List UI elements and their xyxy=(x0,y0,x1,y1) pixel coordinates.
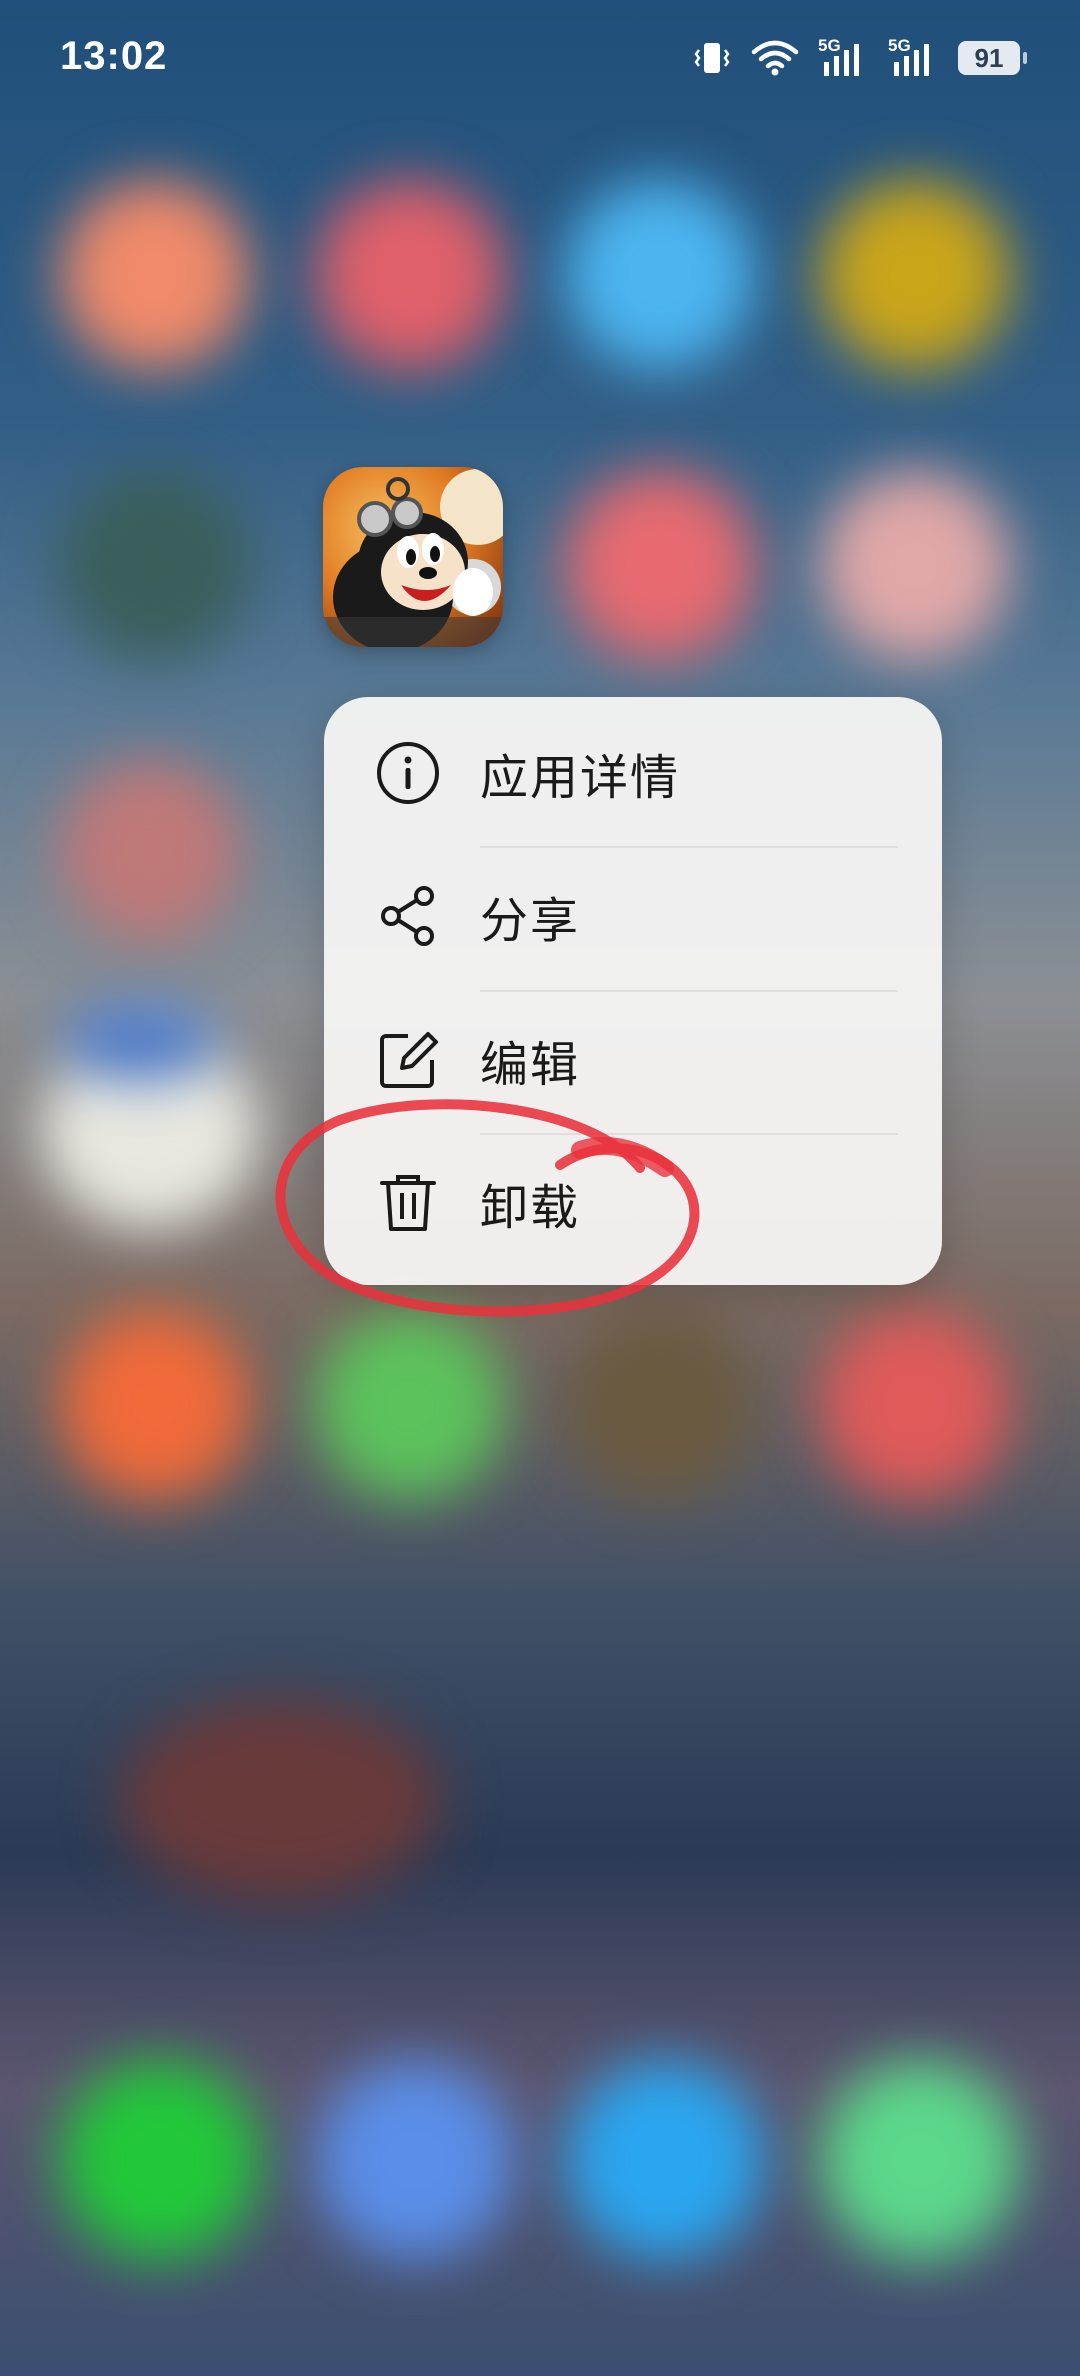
menu-item-app-details[interactable]: 应用详情 xyxy=(324,701,942,844)
share-icon xyxy=(381,885,434,946)
signal-5g-icon-2: 5G xyxy=(888,36,940,78)
status-bar: 13:02 5G 5G 91 xyxy=(0,0,1080,120)
menu-item-label: 卸载 xyxy=(480,1179,581,1236)
trash-icon xyxy=(380,1174,436,1231)
menu-item-edit[interactable]: 编辑 xyxy=(324,988,942,1131)
signal-5g-icon: 5G xyxy=(818,36,870,78)
status-time: 13:02 xyxy=(60,34,168,78)
cartoon-game-app-icon[interactable] xyxy=(323,467,503,647)
app-context-menu: 应用详情 分享 编辑 卸载 xyxy=(324,697,942,1285)
vibrate-icon xyxy=(694,43,730,73)
edit-icon xyxy=(380,1031,438,1088)
menu-item-label: 应用详情 xyxy=(480,749,681,806)
home-screen: 13:02 5G 5G 91 应用详情 分享 编辑 卸载 xyxy=(0,0,1080,2376)
battery-icon: 91 xyxy=(958,41,1027,75)
menu-item-uninstall[interactable]: 卸载 xyxy=(324,1131,942,1274)
wifi-icon xyxy=(751,40,799,76)
status-icons: 5G 5G 91 xyxy=(692,36,1027,80)
info-icon xyxy=(377,741,439,804)
battery-level: 91 xyxy=(974,42,1004,73)
menu-item-label: 分享 xyxy=(480,892,581,949)
menu-item-label: 编辑 xyxy=(480,1036,581,1093)
menu-item-share[interactable]: 分享 xyxy=(324,844,942,987)
